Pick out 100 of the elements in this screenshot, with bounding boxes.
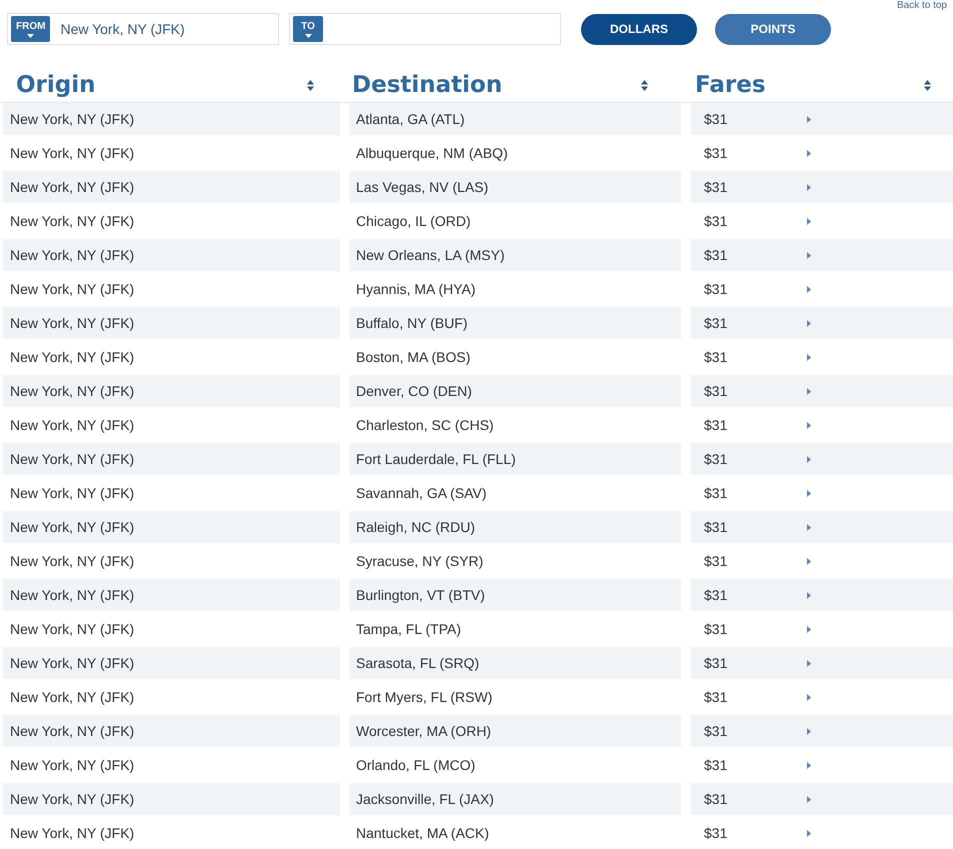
fare-cell-text: $31 bbox=[704, 825, 728, 841]
origin-cell-text: New York, NY (JFK) bbox=[9, 144, 136, 163]
destination-cell-text: Chicago, IL (ORD) bbox=[355, 212, 472, 231]
origin-cell: New York, NY (JFK) bbox=[3, 715, 340, 747]
fare-cell-text: $31 bbox=[704, 553, 728, 569]
fare-cell-text: $31 bbox=[704, 791, 728, 807]
origin-cell: New York, NY (JFK) bbox=[3, 171, 340, 203]
destination-cell: Worcester, MA (ORH) bbox=[350, 715, 681, 747]
destination-cell-text: Hyannis, MA (HYA) bbox=[355, 280, 477, 299]
arrow-right-icon[interactable] bbox=[807, 694, 811, 700]
destination-cell-text: Boston, MA (BOS) bbox=[355, 348, 472, 367]
arrow-right-icon[interactable] bbox=[807, 592, 811, 598]
fare-cell-text: $31 bbox=[704, 485, 728, 501]
sort-icon[interactable] bbox=[924, 80, 931, 90]
destination-cell-text: Fort Myers, FL (RSW) bbox=[355, 688, 494, 707]
arrow-right-icon[interactable] bbox=[807, 524, 811, 530]
arrow-right-icon[interactable] bbox=[807, 320, 811, 326]
origin-cell-text: New York, NY (JFK) bbox=[9, 824, 136, 843]
arrow-right-icon[interactable] bbox=[807, 490, 811, 496]
fare-cell-text: $31 bbox=[704, 587, 728, 603]
origin-cell: New York, NY (JFK) bbox=[3, 103, 340, 135]
destination-cell: Las Vegas, NV (LAS) bbox=[350, 171, 681, 203]
fare-cell-text: $31 bbox=[704, 689, 728, 705]
destination-cell: Denver, CO (DEN) bbox=[350, 375, 681, 407]
to-field[interactable]: TO bbox=[289, 13, 561, 45]
fare-cell-text: $31 bbox=[704, 383, 728, 399]
arrow-right-icon[interactable] bbox=[807, 252, 811, 258]
arrow-right-icon[interactable] bbox=[807, 218, 811, 224]
caret-icon bbox=[304, 34, 312, 38]
arrow-right-icon[interactable] bbox=[807, 626, 811, 632]
back-to-top-link[interactable]: Back to top bbox=[896, 0, 947, 11]
arrow-right-icon[interactable] bbox=[807, 354, 811, 360]
arrow-right-icon[interactable] bbox=[807, 150, 811, 156]
origin-cell-text: New York, NY (JFK) bbox=[9, 552, 136, 571]
origin-cell-text: New York, NY (JFK) bbox=[9, 212, 136, 231]
destination-cell-text: Savannah, GA (SAV) bbox=[355, 484, 488, 503]
column-header[interactable]: Fares bbox=[695, 72, 766, 98]
fare-cell-text: $31 bbox=[704, 145, 728, 161]
origin-cell: New York, NY (JFK) bbox=[3, 511, 340, 543]
origin-cell-text: New York, NY (JFK) bbox=[9, 756, 136, 775]
destination-cell-text: Syracuse, NY (SYR) bbox=[355, 552, 484, 571]
arrow-right-icon[interactable] bbox=[807, 456, 811, 462]
destination-cell: Jacksonville, FL (JAX) bbox=[350, 783, 681, 815]
fare-cell-text: $31 bbox=[704, 315, 728, 331]
arrow-right-icon[interactable] bbox=[807, 116, 811, 122]
currency-button[interactable]: POINTS bbox=[715, 14, 831, 44]
origin-cell: New York, NY (JFK) bbox=[3, 783, 340, 815]
from-value: New York, NY (JFK) bbox=[60, 21, 185, 37]
arrow-right-icon[interactable] bbox=[807, 762, 811, 768]
destination-cell: Raleigh, NC (RDU) bbox=[350, 511, 681, 543]
origin-cell: New York, NY (JFK) bbox=[3, 239, 340, 271]
origin-cell-text: New York, NY (JFK) bbox=[9, 688, 136, 707]
arrow-right-icon[interactable] bbox=[807, 558, 811, 564]
to-dropdown-button[interactable]: TO bbox=[293, 16, 323, 42]
destination-cell-text: Tampa, FL (TPA) bbox=[355, 620, 462, 639]
fare-cell-text: $31 bbox=[704, 247, 728, 263]
fare-cell-text: $31 bbox=[704, 417, 728, 433]
destination-cell: Sarasota, FL (SRQ) bbox=[350, 647, 681, 679]
destination-cell: Fort Lauderdale, FL (FLL) bbox=[350, 443, 681, 475]
column-header[interactable]: Origin bbox=[16, 72, 96, 98]
destination-cell: New Orleans, LA (MSY) bbox=[350, 239, 681, 271]
origin-cell-text: New York, NY (JFK) bbox=[9, 620, 136, 639]
fare-cell-text: $31 bbox=[704, 519, 728, 535]
fare-cell-text: $31 bbox=[704, 213, 728, 229]
origin-cell-text: New York, NY (JFK) bbox=[9, 416, 136, 435]
sort-icon[interactable] bbox=[641, 80, 648, 90]
destination-cell-text: Albuquerque, NM (ABQ) bbox=[355, 144, 509, 163]
origin-cell-text: New York, NY (JFK) bbox=[9, 348, 136, 367]
arrow-right-icon[interactable] bbox=[807, 286, 811, 292]
caret-icon bbox=[27, 34, 34, 38]
origin-cell: New York, NY (JFK) bbox=[3, 647, 340, 679]
fare-cell-text: $31 bbox=[704, 179, 728, 195]
from-dropdown-button[interactable]: FROM bbox=[11, 16, 50, 42]
fare-cell-text: $31 bbox=[704, 111, 728, 127]
destination-cell: Burlington, VT (BTV) bbox=[350, 579, 681, 611]
fare-cell-text: $31 bbox=[704, 655, 728, 671]
from-field[interactable]: FROM New York, NY (JFK) bbox=[7, 13, 279, 45]
fare-cell-text: $31 bbox=[704, 757, 728, 773]
column-header[interactable]: Destination bbox=[352, 72, 502, 98]
fare-cell-text: $31 bbox=[704, 349, 728, 365]
destination-cell-text: Orlando, FL (MCO) bbox=[355, 756, 476, 775]
destination-cell-text: Nantucket, MA (ACK) bbox=[355, 824, 490, 843]
arrow-right-icon[interactable] bbox=[807, 660, 811, 666]
fare-cell-text: $31 bbox=[704, 451, 728, 467]
arrow-right-icon[interactable] bbox=[807, 388, 811, 394]
origin-cell: New York, NY (JFK) bbox=[3, 375, 340, 407]
arrow-right-icon[interactable] bbox=[807, 422, 811, 428]
destination-cell: Atlanta, GA (ATL) bbox=[350, 103, 681, 135]
fare-cell-text: $31 bbox=[704, 723, 728, 739]
origin-cell: New York, NY (JFK) bbox=[3, 443, 340, 475]
arrow-right-icon[interactable] bbox=[807, 796, 811, 802]
fare-cell-text: $31 bbox=[704, 281, 728, 297]
currency-button[interactable]: DOLLARS bbox=[581, 14, 697, 44]
origin-cell: New York, NY (JFK) bbox=[3, 307, 340, 339]
origin-cell-text: New York, NY (JFK) bbox=[9, 484, 136, 503]
sort-icon[interactable] bbox=[307, 80, 314, 90]
arrow-right-icon[interactable] bbox=[807, 830, 811, 836]
arrow-right-icon[interactable] bbox=[807, 728, 811, 734]
destination-cell-text: Charleston, SC (CHS) bbox=[355, 416, 495, 435]
arrow-right-icon[interactable] bbox=[807, 184, 811, 190]
